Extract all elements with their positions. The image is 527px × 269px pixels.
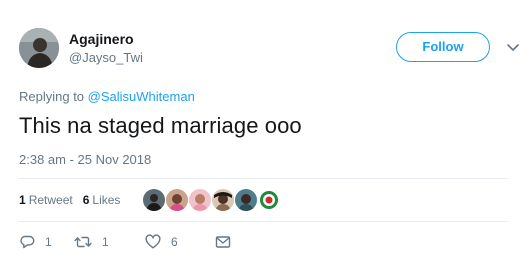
reply-context-prefix: Replying to [19,89,85,104]
user-handle[interactable]: @Jayso_Twi [69,50,143,65]
reply-mention-link[interactable]: @SalisuWhiteman [88,89,195,104]
heart-icon [145,234,161,250]
direct-message-button[interactable] [215,234,231,250]
tweet-card: Agajinero @Jayso_Twi Follow Replying to … [0,0,527,269]
likes-stat[interactable]: 6 Likes [83,193,121,207]
avatar[interactable] [19,28,59,68]
chevron-down-icon[interactable] [506,40,520,54]
divider [19,221,508,222]
liker-avatar-5[interactable] [234,188,259,212]
reply-button[interactable]: 1 [19,234,74,250]
divider [19,178,508,179]
liker-avatar-6[interactable] [257,188,282,212]
liker-avatars [142,188,282,212]
liker-avatar-3[interactable] [188,188,213,212]
reply-context: Replying to @SalisuWhiteman [19,89,195,104]
retweet-stat[interactable]: 1 Retweet [19,193,73,207]
likes-stat-count: 6 [82,193,90,207]
retweet-count: 1 [102,235,109,249]
liker-avatar-1[interactable] [142,188,167,212]
retweet-button[interactable]: 1 [74,234,145,250]
follow-button[interactable]: Follow [396,32,490,62]
like-count: 6 [171,235,178,249]
likes-stat-label: Likes [92,193,121,207]
tweet-timestamp[interactable]: 2:38 am - 25 Nov 2018 [19,152,151,167]
tweet-stats: 1 Retweet 6 Likes [19,186,282,214]
reply-icon [19,234,35,250]
retweet-icon [74,234,92,250]
display-name[interactable]: Agajinero [69,31,134,47]
retweet-stat-label: Retweet [28,193,73,207]
retweet-stat-count: 1 [19,193,26,207]
tweet-text: This na staged marriage ooo [19,113,302,138]
liker-avatar-2[interactable] [165,188,190,212]
liker-avatar-4[interactable] [211,188,236,212]
like-button[interactable]: 6 [145,234,215,250]
tweet-actions: 1 1 6 [19,232,231,252]
reply-count: 1 [45,235,52,249]
envelope-icon [215,234,231,250]
